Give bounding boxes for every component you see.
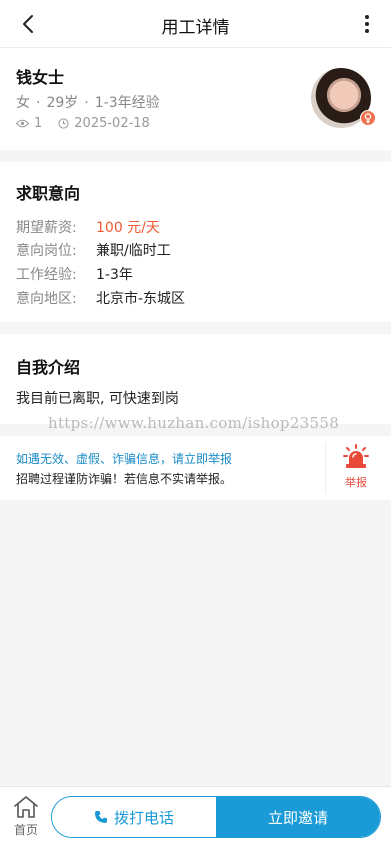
call-button-label: 拨打电话 bbox=[113, 808, 174, 827]
invite-button[interactable]: 立即邀请 bbox=[216, 797, 380, 837]
separator-dot: · bbox=[36, 95, 41, 111]
fraud-warning: 招聘过程谨防诈骗！若信息不实请举报。 bbox=[16, 472, 233, 486]
candidate-gender: 女 bbox=[16, 95, 30, 111]
report-button-label: 举报 bbox=[345, 476, 367, 489]
post-date-value: 2025-02-18 bbox=[74, 116, 150, 131]
job-intent-title: 求职意向 bbox=[16, 184, 81, 203]
self-intro-section: 自我介绍 我目前已离职, 可快速到岗 bbox=[0, 334, 391, 424]
divider bbox=[325, 442, 326, 494]
intent-value: 100 元/天 bbox=[96, 220, 160, 236]
action-buttons: 拨打电话 立即邀请 bbox=[51, 796, 381, 838]
bottom-action-bar: 首页 拨打电话 立即邀请 bbox=[0, 786, 391, 845]
view-count: 1 bbox=[16, 116, 42, 131]
clock-icon bbox=[58, 118, 69, 129]
intent-value: 兼职/临时工 bbox=[96, 243, 171, 259]
self-intro-title: 自我介绍 bbox=[16, 358, 81, 377]
view-count-value: 1 bbox=[34, 116, 43, 131]
report-button[interactable]: 举报 bbox=[330, 444, 382, 494]
eye-icon bbox=[16, 119, 29, 128]
intent-value: 1-3年 bbox=[96, 267, 133, 283]
intent-label: 意向地区: bbox=[16, 291, 77, 307]
call-button[interactable]: 拨打电话 bbox=[52, 797, 216, 837]
more-button[interactable] bbox=[357, 10, 377, 38]
invite-button-label: 立即邀请 bbox=[267, 808, 328, 827]
candidate-experience: 1-3年经验 bbox=[94, 95, 160, 111]
candidate-name: 钱女士 bbox=[16, 68, 65, 87]
intent-label: 意向岗位: bbox=[16, 243, 77, 259]
intent-row-salary: 期望薪资: 100 元/天 bbox=[16, 217, 160, 237]
separator-dot: · bbox=[84, 95, 89, 111]
page-title: 用工详情 bbox=[161, 18, 230, 38]
watermark: https://www.huzhan.com/ishop23558 bbox=[48, 414, 340, 432]
self-intro-text: 我目前已离职, 可快速到岗 bbox=[16, 391, 179, 407]
home-icon bbox=[14, 796, 38, 818]
intent-label: 工作经验: bbox=[16, 267, 77, 283]
candidate-age: 29岁 bbox=[46, 95, 79, 111]
candidate-meta: 女 · 29岁 · 1-3年经验 bbox=[16, 92, 160, 112]
home-label: 首页 bbox=[13, 823, 38, 837]
alarm-icon bbox=[343, 444, 369, 468]
home-button[interactable]: 首页 bbox=[8, 795, 44, 841]
intent-row-position: 意向岗位: 兼职/临时工 bbox=[16, 240, 171, 260]
intent-row-experience: 工作经验: 1-3年 bbox=[16, 264, 133, 284]
intent-label: 期望薪资: bbox=[16, 220, 77, 236]
job-intent-section: 求职意向 期望薪资: 100 元/天 意向岗位: 兼职/临时工 工作经验: 1-3年 … bbox=[0, 162, 391, 322]
intent-value: 北京市-东城区 bbox=[96, 291, 186, 307]
candidate-stats: 1 2025-02-18 bbox=[16, 116, 166, 131]
more-vertical-icon bbox=[365, 15, 369, 33]
intent-row-region: 意向地区: 北京市-东城区 bbox=[16, 288, 185, 308]
phone-icon bbox=[94, 811, 107, 823]
app-header: 用工详情 bbox=[0, 0, 391, 48]
post-date: 2025-02-18 bbox=[58, 116, 150, 131]
report-notice[interactable]: 如遇无效、虚假、诈骗信息，请立即举报 bbox=[16, 450, 232, 467]
female-icon bbox=[360, 110, 376, 126]
report-banner: 如遇无效、虚假、诈骗信息，请立即举报 招聘过程谨防诈骗！若信息不实请举报。 举报 bbox=[0, 436, 391, 500]
